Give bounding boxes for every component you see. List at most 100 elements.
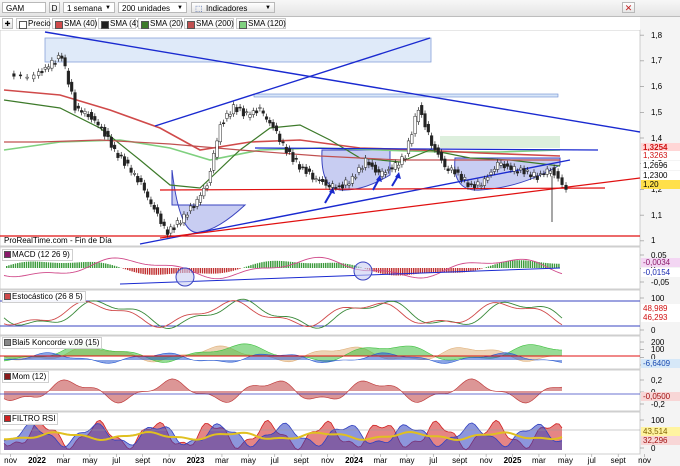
indicator-value-label: 43,514 [641,427,680,436]
candle-body [189,205,193,212]
macd-histogram-bar [261,262,263,268]
price-tick-label: 1,4 [651,133,663,143]
legend-bar: ✚ Precio SMA (40) SMA (4) SMA (20) SMA (200)… [0,17,640,30]
macd-histogram-bar [556,263,558,268]
macd-histogram-bar [472,268,474,271]
candle-body [198,195,203,203]
color-swatch [4,339,11,346]
panel-title-text: Blai5 Koncorde v.09 (15) [12,338,100,347]
macd-histogram-bar [83,262,85,268]
candle-body [307,168,311,172]
candle-body [380,170,384,177]
candle-body [291,152,295,162]
legend-item: SMA (120) [236,18,286,29]
macd-histogram-bar [276,260,278,268]
macd-histogram-bar [309,263,311,268]
macd-histogram-bar [314,263,316,268]
macd-histogram-bar [149,268,151,275]
macd-histogram-bar [197,268,199,274]
candle-body [73,92,77,111]
candle-body [301,166,305,169]
macd-histogram-bar [17,263,19,268]
candle-body [172,227,176,231]
candle-body [529,174,533,178]
macd-histogram-bar [43,262,45,268]
macd-histogram-bar [157,268,160,275]
macd-histogram-bar [155,268,157,275]
legend-item: SMA (40) [52,18,97,29]
candle-body [152,204,156,210]
zoom-icon[interactable]: ✚ [2,18,13,29]
macd-histogram-bar [520,260,523,268]
candle-body [116,152,120,158]
highlight-circle [353,261,373,281]
period-select[interactable]: 1 semana ▼ [63,2,115,13]
indicators-button[interactable]: ⬚ Indicadores ▼ [191,2,275,13]
macd-histogram-bar [56,262,58,268]
x-tick-label: mar [532,456,546,465]
candle-body [228,114,232,117]
macd-histogram-bar [72,262,74,268]
candle-body [40,70,44,74]
macd-histogram-bar [124,268,127,270]
macd-histogram-bar [166,268,168,275]
price-label: 1,20 [641,180,680,189]
candle-body [136,176,140,183]
macd-histogram-bar [85,261,87,268]
symbol-field[interactable]: GAM [2,2,46,13]
macd-histogram-bar [226,268,228,273]
macd-histogram-bar [424,268,426,274]
macd-histogram-bar [514,260,516,268]
macd-histogram-bar [228,268,230,272]
macd-histogram-bar [336,262,338,268]
candle-body [560,177,564,185]
candle-body [496,162,500,170]
candle-body [18,74,23,77]
candle-body [515,171,520,174]
candle-body [350,176,354,184]
candle-body [294,158,298,160]
candle-body [387,169,391,171]
macd-histogram-bar [52,262,54,268]
macd-histogram-bar [490,265,492,268]
units-select[interactable]: 200 unidades ▼ [118,2,187,13]
chevron-down-icon: ▼ [105,5,111,11]
panel-title-rsi: FILTRO RSI [2,413,59,425]
candle-body [50,60,54,69]
candle-body [324,179,328,186]
candle-body [556,171,560,179]
candle-body [486,177,490,181]
candle-body [274,125,278,132]
macd-histogram-bar [162,268,164,275]
candle-body [564,184,568,190]
x-tick-label: nov [4,456,18,465]
macd-histogram-bar [138,268,140,274]
macd-histogram-bar [80,262,83,268]
macd-histogram-bar [474,268,476,271]
legend-item: SMA (20) [138,18,183,29]
candle-body [473,184,477,188]
candle-body [443,158,447,168]
info-button[interactable]: D [49,2,60,13]
macd-histogram-bar [25,261,28,268]
candle-body [129,167,133,173]
candle-body [416,109,420,123]
indicator-value-label: 32,296 [641,436,680,445]
indicator-value-label: -0,0154 [641,268,680,277]
macd-histogram-bar [274,260,276,268]
macd-histogram-bar [237,268,239,270]
legend-label: Precio [28,19,51,28]
macd-histogram-bar [65,262,67,268]
legend-swatch [187,21,195,29]
macd-histogram-bar [118,267,120,268]
macd-histogram-bar [41,261,43,268]
candle-body [499,162,503,166]
macd-histogram-bar [14,263,17,268]
indicator-value-label: -6,6409 [641,359,680,368]
candle-body [433,144,437,150]
close-icon[interactable]: ✕ [622,2,635,13]
macd-histogram-bar [329,262,331,268]
candle-body [340,184,345,189]
macd-histogram-bar [21,262,23,268]
candle-body [397,164,401,169]
